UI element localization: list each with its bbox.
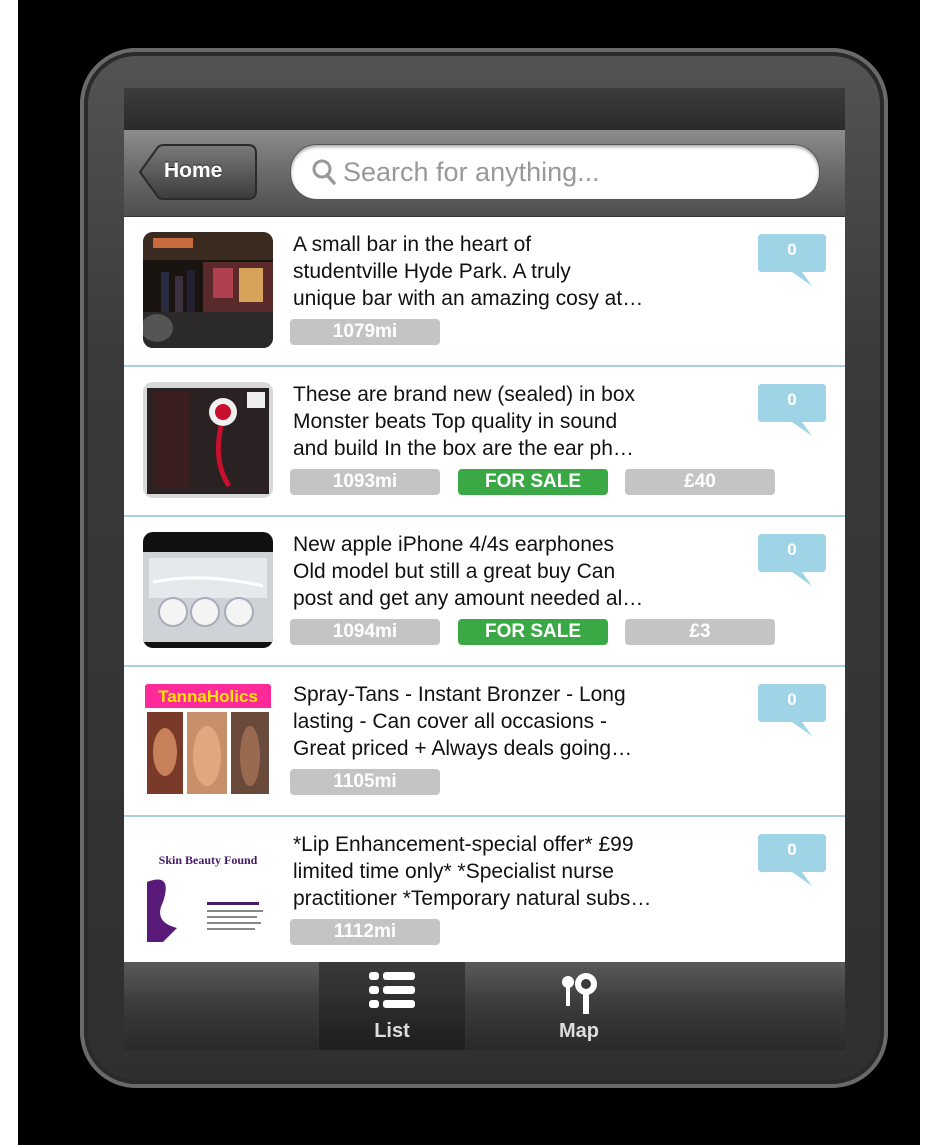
list-item[interactable]: A small bar in the heart of studentville…	[124, 217, 845, 367]
tab-list[interactable]: List	[319, 962, 465, 1050]
distance-badge: 1079mi	[290, 319, 440, 345]
thumbnail-logo-text: Skin Beauty Found	[159, 853, 258, 867]
earphones-thumbnail	[143, 532, 273, 648]
home-button-label: Home	[164, 159, 223, 182]
comment-count-badge[interactable]: 0	[756, 832, 828, 890]
price-badge: £40	[625, 469, 775, 495]
comment-count: 0	[787, 840, 797, 859]
listing-description: Spray-Tans - Instant Bronzer - Long last…	[293, 681, 763, 762]
description-line: Spray-Tans - Instant Bronzer - Long	[293, 683, 626, 706]
distance-badge: 1093mi	[290, 469, 440, 495]
description-line: Great priced + Always deals going…	[293, 737, 633, 760]
beauty-flyer-thumbnail: Skin Beauty Found	[143, 832, 273, 948]
status-bar	[124, 88, 845, 130]
bar-photo-thumbnail	[143, 232, 273, 348]
description-line: Monster beats Top quality in sound	[293, 410, 618, 433]
description-line: *Lip Enhancement-special offer* £99	[293, 833, 634, 856]
description-line: These are brand new (sealed) in box	[293, 383, 636, 406]
thumbnail-logo-text: TannaHolics	[158, 687, 258, 706]
list-item[interactable]: TannaHolics Spray-Tans - Instant Bronzer…	[124, 667, 845, 817]
comment-count-badge[interactable]: 0	[756, 682, 828, 740]
search-input[interactable]	[341, 153, 805, 191]
map-pin-icon	[562, 973, 597, 1014]
bottom-tab-bar: List Map	[124, 962, 845, 1050]
list-item[interactable]: These are brand new (sealed) in box Mons…	[124, 367, 845, 517]
listing-description: A small bar in the heart of studentville…	[293, 231, 763, 312]
comment-count: 0	[787, 690, 797, 709]
listing-description: These are brand new (sealed) in box Mons…	[293, 381, 763, 462]
description-line: Old model but still a great buy Can	[293, 560, 616, 583]
tab-map-label: Map	[559, 1020, 599, 1042]
spray-tan-thumbnail: TannaHolics	[143, 682, 273, 798]
description-line: New apple iPhone 4/4s earphones	[293, 533, 615, 556]
distance-badge: 1112mi	[290, 919, 440, 945]
comment-count: 0	[787, 240, 797, 259]
tab-map[interactable]: Map	[506, 962, 652, 1050]
listing-description: New apple iPhone 4/4s earphones Old mode…	[293, 531, 763, 612]
app-screen: Home Search for anything... A small bar …	[124, 88, 845, 1050]
distance-badge: 1105mi	[290, 769, 440, 795]
description-line: studentville Hyde Park. A truly	[293, 260, 571, 283]
search-icon	[312, 159, 336, 185]
description-line: and build In the box are the ear ph…	[293, 437, 634, 460]
for-sale-badge: FOR SALE	[458, 619, 608, 645]
price-badge: £3	[625, 619, 775, 645]
description-line: unique bar with an amazing cosy at…	[293, 287, 644, 310]
comment-count: 0	[787, 390, 797, 409]
search-field[interactable]	[290, 144, 820, 200]
description-line: practitioner *Temporary natural subs…	[293, 887, 652, 910]
description-line: post and get any amount needed al…	[293, 587, 644, 610]
headphones-box-thumbnail	[143, 382, 273, 498]
list-item[interactable]: New apple iPhone 4/4s earphones Old mode…	[124, 517, 845, 667]
description-line: limited time only* *Specialist nurse	[293, 860, 614, 883]
comment-count: 0	[787, 540, 797, 559]
list-item[interactable]: Skin Beauty Found *Lip Enhancement-speci…	[124, 817, 845, 967]
list-icon	[369, 972, 415, 1008]
comment-count-badge[interactable]: 0	[756, 382, 828, 440]
listing-list: A small bar in the heart of studentville…	[124, 217, 845, 967]
home-back-button[interactable]: Home	[138, 143, 258, 201]
listing-description: *Lip Enhancement-special offer* £99 limi…	[293, 831, 763, 912]
description-line: A small bar in the heart of	[293, 233, 532, 256]
comment-count-badge[interactable]: 0	[756, 532, 828, 590]
description-line: lasting - Can cover all occasions -	[293, 710, 607, 733]
tab-list-label: List	[374, 1020, 410, 1042]
for-sale-badge: FOR SALE	[458, 469, 608, 495]
navigation-bar: Home	[124, 130, 845, 217]
distance-badge: 1094mi	[290, 619, 440, 645]
comment-count-badge[interactable]: 0	[756, 232, 828, 290]
